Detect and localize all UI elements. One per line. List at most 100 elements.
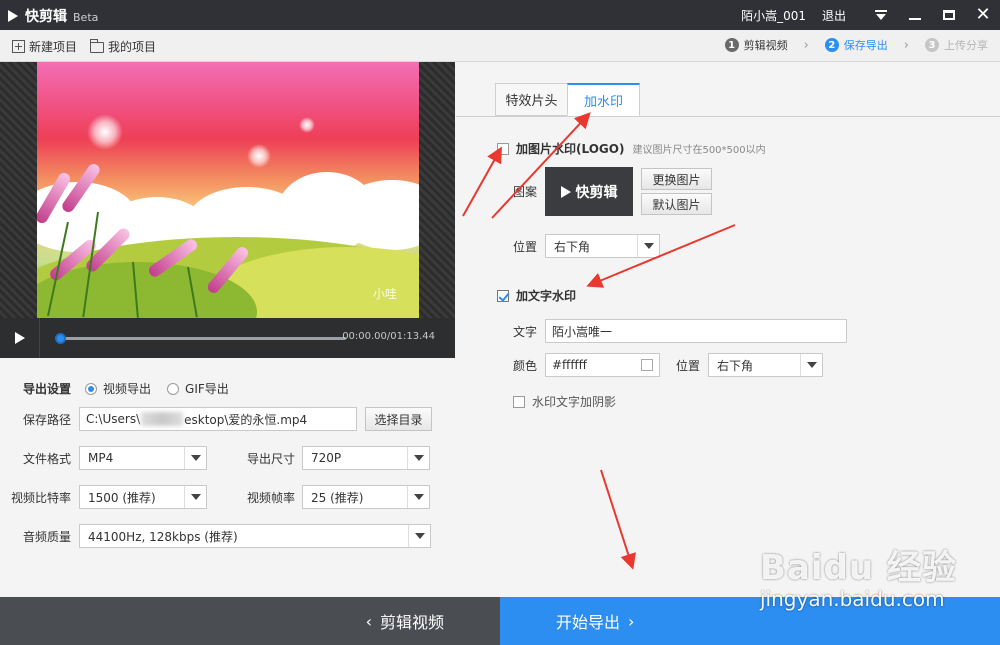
watermark-panel: 加图片水印(LOGO) 建议图片尺寸在500*500以内 图案 快剪辑 更换图片… [456,116,1000,597]
beta-label: Beta [73,10,99,24]
export-settings-label: 导出设置 [23,382,72,396]
logo-preview: 快剪辑 [545,167,633,216]
text-shadow-label[interactable]: 水印文字加阴影 [532,393,616,410]
logout-link[interactable]: 退出 [822,7,846,24]
baidu-watermark: Baidu 经验 jingyan.baidu.com [760,540,957,611]
app-logo: 快剪辑 Beta [8,6,98,26]
play-logo-icon [8,10,18,22]
baidu-watermark-line2: jingyan.baidu.com [760,587,945,611]
image-position-label: 位置 [513,239,538,254]
new-project-icon [12,40,25,53]
tab-bar: 特效片头 加水印 [495,83,640,116]
text-position-select[interactable]: 右下角 [708,353,823,377]
step-edit-video[interactable]: 1 剪辑视频 [724,37,788,53]
save-path-suffix: esktop\爱的永恒.mp4 [184,412,308,427]
step-label: 保存导出 [843,39,888,52]
step-label: 上传分享 [944,39,988,52]
color-swatch[interactable] [641,359,653,371]
menu-dropdown-icon [875,10,887,20]
size-select[interactable]: 720P [302,446,430,470]
video-frame: 小哇 [37,62,419,318]
replace-image-button[interactable]: 更换图片 [641,168,712,190]
tab-effects-intro[interactable]: 特效片头 [495,83,568,116]
frame-watermark: 小哇 [372,287,397,301]
play-logo-icon [560,185,571,198]
close-icon: ✕ [975,4,991,25]
chevron-right-icon: › [803,37,809,53]
left-panel: 小哇 00:00.00/01:13.44 导出设置 视频导出 GIF导出 保存路… [0,62,455,597]
chevron-down-icon [184,486,206,508]
bitrate-value: 1500 (推荐) [88,490,156,505]
format-select[interactable]: MP4 [79,446,207,470]
size-label: 导出尺寸 [247,451,296,466]
step-label: 剪辑视频 [743,39,788,52]
default-image-button[interactable]: 默认图片 [641,193,712,215]
step-indicator: 1 剪辑视频 › 2 保存导出 › 3 上传分享 [724,37,988,53]
text-watermark-checkbox[interactable] [497,289,509,302]
seek-handle[interactable] [55,333,66,344]
audio-value: 44100Hz, 128kbps (推荐) [88,529,238,544]
gif-export-radio[interactable] [167,382,180,395]
save-path-input[interactable]: C:\Users\ esktop\爱的永恒.mp4 [79,407,357,431]
audio-select[interactable]: 44100Hz, 128kbps (推荐) [79,524,431,548]
text-position-label: 位置 [676,358,701,373]
video-preview: 小哇 [0,62,455,318]
logo-preview-text: 快剪辑 [575,184,618,201]
chevron-right-icon: › [903,37,909,53]
minimize-button[interactable] [900,0,930,30]
framerate-select[interactable]: 25 (推荐) [302,485,430,509]
image-watermark-hint: 建议图片尺寸在500*500以内 [632,145,766,156]
choose-directory-button[interactable]: 选择目录 [365,407,432,431]
bitrate-label: 视频比特率 [11,490,72,505]
step-number: 1 [724,38,739,52]
seek-bar[interactable] [55,333,346,344]
new-project-button[interactable]: 新建项目 [12,38,77,55]
export-settings: 导出设置 视频导出 GIF导出 保存路径 C:\Users\ esktop\爱的永… [0,358,455,597]
audio-label: 音频质量 [23,529,72,544]
baidu-watermark-line1: Baidu 经验 [760,548,957,588]
back-to-edit-button[interactable]: ‹ 剪辑视频 [0,597,500,645]
new-project-label: 新建项目 [29,40,78,54]
image-watermark-label[interactable]: 加图片水印(LOGO) [516,140,624,157]
my-projects-button[interactable]: 我的项目 [90,38,156,55]
right-panel: 加图片水印(LOGO) 建议图片尺寸在500*500以内 图案 快剪辑 更换图片… [456,62,1000,597]
folder-icon [90,38,104,53]
play-button[interactable] [0,318,40,358]
image-position-select[interactable]: 右下角 [545,234,660,258]
step-save-export[interactable]: 2 保存导出 [824,37,888,53]
text-field-label: 文字 [513,324,538,339]
step-upload-share[interactable]: 3 上传分享 [925,37,988,53]
save-path-label: 保存路径 [23,412,72,427]
text-watermark-label[interactable]: 加文字水印 [516,287,576,304]
step-number: 2 [824,38,839,52]
close-button[interactable]: ✕ [968,0,998,30]
chevron-right-icon: › [628,611,635,631]
text-position-value: 右下角 [717,358,754,373]
toolbar: 新建项目 我的项目 1 剪辑视频 › 2 保存导出 › 3 上传分享 [0,30,1000,62]
light-orb [87,114,123,150]
tab-add-watermark[interactable]: 加水印 [567,83,640,116]
menu-button[interactable] [866,0,896,30]
start-export-label: 开始导出 [556,613,621,632]
chevron-left-icon: ‹ [365,611,372,631]
watermark-text-input[interactable]: 陌小嵩唯一 [545,319,847,343]
video-export-radio[interactable] [85,382,98,395]
player-controls: 00:00.00/01:13.44 [0,318,455,358]
text-shadow-checkbox[interactable] [513,395,525,408]
gif-export-label[interactable]: GIF导出 [185,380,229,397]
my-projects-label: 我的项目 [108,40,157,54]
bitrate-select[interactable]: 1500 (推荐) [79,485,207,509]
chevron-down-icon [637,235,659,257]
video-export-label[interactable]: 视频导出 [103,380,151,397]
app-name: 快剪辑 [25,9,67,25]
maximize-button[interactable] [934,0,964,30]
chevron-down-icon [184,447,206,469]
color-input[interactable]: #ffffff [545,353,660,377]
step-number: 3 [925,38,939,52]
username[interactable]: 陌小嵩_001 [741,7,806,24]
back-to-edit-label: 剪辑视频 [379,613,444,632]
image-watermark-checkbox[interactable] [497,142,509,155]
save-path-prefix: C:\Users\ [86,412,141,426]
chevron-down-icon [408,525,430,547]
title-bar: 快剪辑 Beta 陌小嵩_001 退出 ✕ [0,0,1000,30]
